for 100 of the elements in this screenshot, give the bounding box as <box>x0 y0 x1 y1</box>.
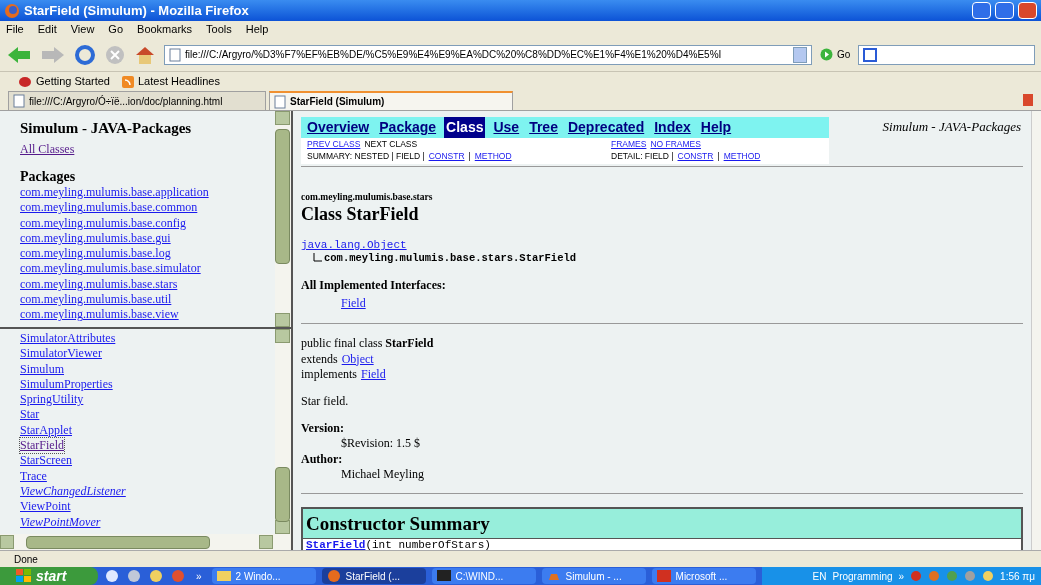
package-list-item[interactable]: com.meyling.mulumis.base.view <box>20 307 179 323</box>
nav-link[interactable]: Overview <box>305 117 372 138</box>
package-list-item[interactable]: com.meyling.mulumis.base.application <box>20 185 209 201</box>
class-list-item[interactable]: ViewPointMover <box>20 514 101 530</box>
nav-text: NEXT CLASS <box>364 138 418 150</box>
nav-text: DETAIL: FIELD | <box>611 150 674 162</box>
tag-value: Michael Meyling <box>341 467 425 483</box>
package-list-item[interactable]: com.meyling.mulumis.base.common <box>20 200 198 216</box>
tag-value: $Revision: 1.5 $ <box>341 436 421 452</box>
package-list-item[interactable]: com.meyling.mulumis.base.util <box>20 292 172 308</box>
class-list-item[interactable]: SimulumProperties <box>20 376 113 393</box>
bookmark-link[interactable]: Latest Headlines <box>122 73 220 90</box>
section-heading: All Implemented Interfaces: <box>301 277 447 294</box>
nav-link[interactable]: Tree <box>527 117 560 138</box>
taskbar-button[interactable]: Microsoft ... <box>651 568 756 584</box>
superclass-link[interactable]: java.lang.Object <box>301 239 407 252</box>
tab[interactable]: file:///C:/Argyro/Ó÷ïë...ion/doc/planning.html <box>8 91 266 110</box>
maximize-button[interactable] <box>995 2 1014 19</box>
nav-link[interactable]: FRAMES <box>611 138 647 150</box>
go-button[interactable]: Go <box>820 47 851 62</box>
tray-icon <box>928 570 941 582</box>
nav-link[interactable]: PREV CLASS <box>307 138 361 150</box>
menu-item[interactable]: Go <box>108 21 124 38</box>
nav-link[interactable]: Class <box>444 117 486 138</box>
nav-link[interactable]: CONSTR <box>428 150 465 162</box>
class-list-item[interactable]: Simulum <box>20 361 64 377</box>
address-field[interactable]: file:///C:/Argyro/%D3%F7%EF%EB%DE/%C5%E9%E4%E9%EA%DC%20%C8%DD%EC%E1%F4%E1%20%D4%E5%I <box>164 44 812 65</box>
class-list-item[interactable]: SpringUtility <box>20 392 84 408</box>
menu-item[interactable]: Help <box>245 21 269 38</box>
dropdown-button[interactable] <box>793 46 807 63</box>
nav-link[interactable]: Help <box>698 117 734 138</box>
nav-link[interactable]: METHOD <box>723 150 761 162</box>
package-list-item[interactable]: com.meyling.mulumis.base.gui <box>20 230 171 247</box>
class-title: Class StarField <box>301 203 420 225</box>
menu-item[interactable]: View <box>70 21 95 38</box>
class-list-item[interactable]: SimulatorViewer <box>20 346 102 362</box>
nav-link[interactable]: Index <box>652 117 693 138</box>
bookmark-link[interactable]: Getting Started <box>18 73 110 90</box>
minimize-button[interactable] <box>972 2 991 19</box>
class-list-item[interactable]: Trace <box>20 468 47 484</box>
class-list-item[interactable]: StarScreen <box>20 453 72 469</box>
nav-link[interactable]: Package <box>377 117 439 138</box>
taskbar-button[interactable]: StarField (... <box>321 568 426 584</box>
nav-link[interactable]: CONSTR <box>677 150 714 162</box>
class-list-item[interactable]: Star <box>20 407 40 423</box>
class-list-item[interactable]: SimulatorAttributes <box>20 331 116 347</box>
back-arrow-icon <box>6 44 32 65</box>
page-icon <box>13 94 25 108</box>
all-classes-link[interactable]: All Classes <box>20 140 275 158</box>
nav-text: | <box>717 150 720 162</box>
tree-connector-icon <box>313 253 322 262</box>
package-list-item[interactable]: com.meyling.mulumis.base.simulator <box>20 261 201 277</box>
console-icon <box>435 568 452 584</box>
package-list-item[interactable]: com.meyling.mulumis.base.stars <box>20 276 178 293</box>
taskbar-button[interactable]: Simulum - ... <box>541 568 646 584</box>
menu-item[interactable]: Tools <box>206 21 232 38</box>
interface-link[interactable]: Field <box>341 294 366 312</box>
status-text: Done <box>14 552 38 567</box>
scrollbar[interactable] <box>275 329 291 534</box>
declaration-text: implements <box>301 367 357 383</box>
toolbar-label: Programming <box>832 569 893 584</box>
taskbar-button[interactable]: 2 Windo... <box>211 568 316 584</box>
scrollbar[interactable] <box>1031 111 1041 550</box>
constructor-link[interactable]: StarField <box>306 538 366 550</box>
menu-item[interactable]: File <box>6 21 24 38</box>
stop-icon <box>104 44 126 65</box>
search-field[interactable] <box>858 44 1035 65</box>
class-list-item[interactable]: StarApplet <box>20 422 72 439</box>
nav-link[interactable]: Use <box>491 117 522 138</box>
tray-icon <box>964 570 977 582</box>
bookmark-icon <box>18 75 32 88</box>
tray-icon <box>946 570 959 582</box>
scrollbar[interactable] <box>0 534 291 550</box>
class-list-item[interactable]: ViewPoint <box>20 499 71 515</box>
section-heading: Packages <box>20 168 77 185</box>
taskbar-button[interactable]: C:\WIND... <box>431 568 536 584</box>
class-list-item[interactable]: StarField <box>20 438 64 454</box>
type-link[interactable]: Object <box>341 351 374 367</box>
nav-link[interactable]: NO FRAMES <box>650 138 701 150</box>
nav-link[interactable]: Deprecated <box>565 117 647 138</box>
frame-title: Simulum - JAVA-Packages <box>20 119 193 137</box>
nav-link[interactable]: METHOD <box>474 150 512 162</box>
menu-item[interactable]: Bookmarks <box>137 21 193 38</box>
class-list-item[interactable]: ViewChangedListener <box>20 483 126 500</box>
nav-text: | <box>468 150 471 162</box>
scrollbar[interactable] <box>275 111 291 327</box>
class-name: com.meyling.mulumis.base.stars.StarField <box>324 252 577 265</box>
package-list-item[interactable]: com.meyling.mulumis.base.log <box>20 246 171 262</box>
more-button[interactable]: » <box>192 568 206 584</box>
close-button[interactable] <box>1018 2 1037 19</box>
window-title: StarField (Simulum) - Mozilla Firefox <box>24 1 250 20</box>
browser-icon <box>4 2 20 19</box>
start-button[interactable]: start <box>0 567 98 585</box>
type-link[interactable]: Field <box>361 367 386 383</box>
package-list-item[interactable]: com.meyling.mulumis.base.config <box>20 215 186 231</box>
clock: 1:56 πμ <box>1000 569 1035 584</box>
reload-icon <box>74 44 96 65</box>
declaration-text: extends <box>301 351 338 367</box>
tab[interactable]: StarField (Simulum) <box>269 91 513 110</box>
menu-item[interactable]: Edit <box>37 21 57 38</box>
